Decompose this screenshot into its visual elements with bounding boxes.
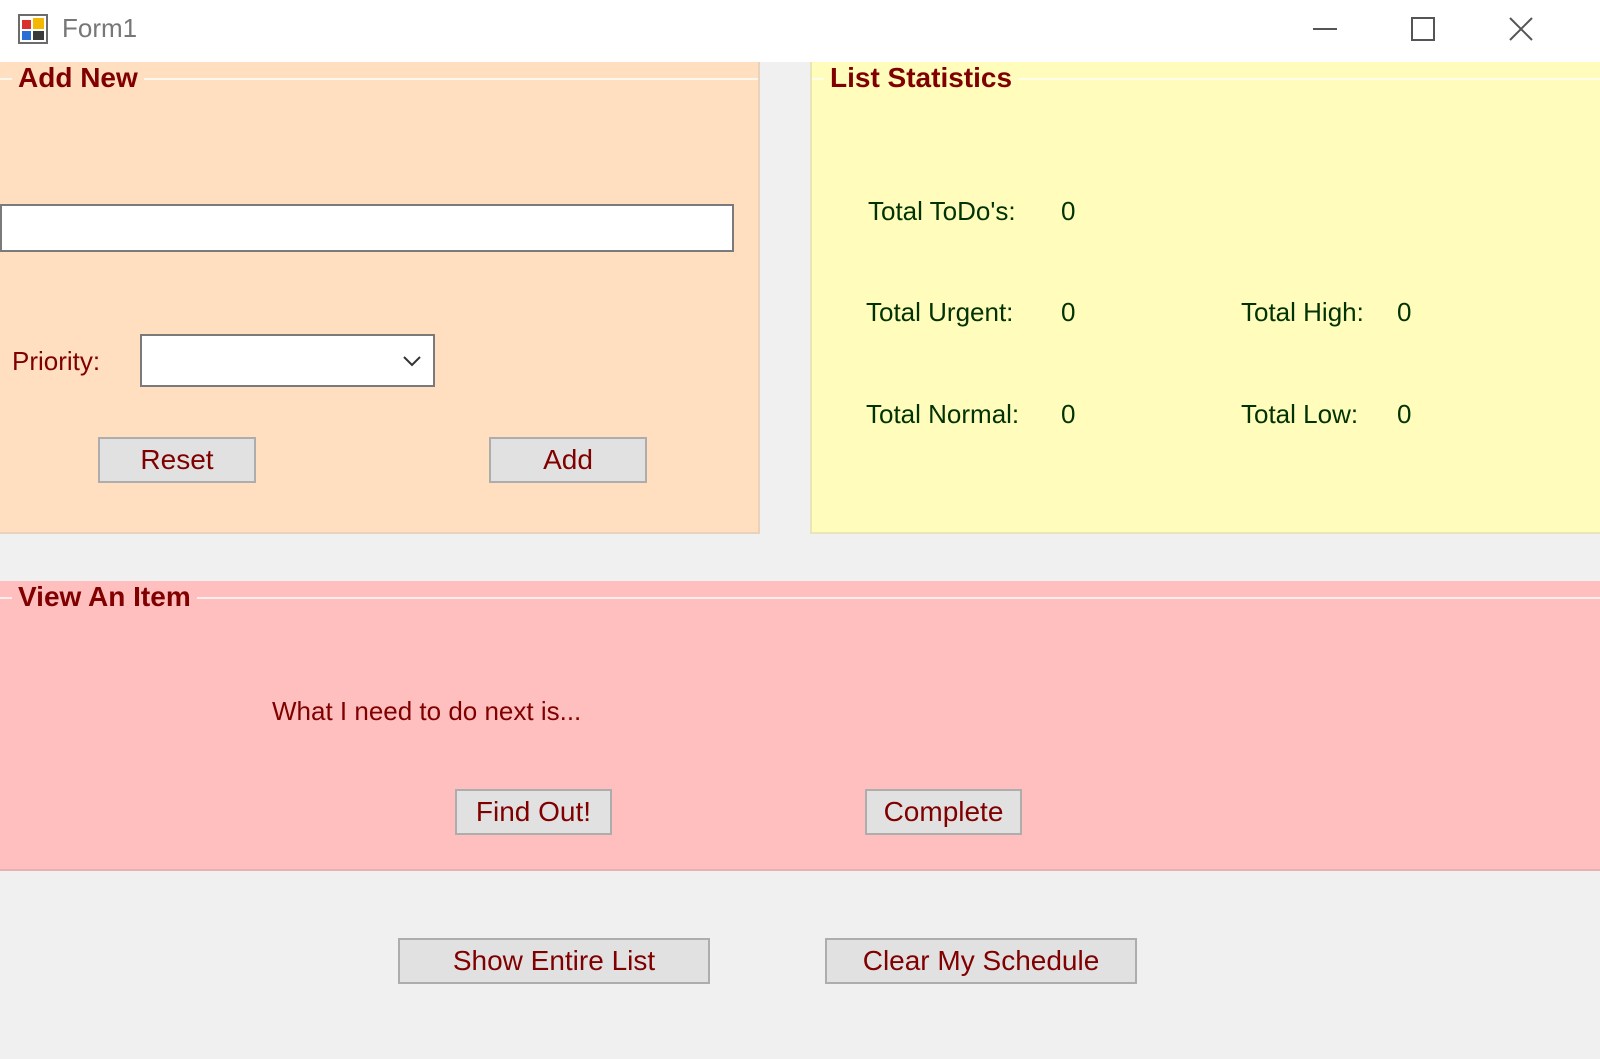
group-divider (0, 597, 1600, 599)
minimize-button[interactable] (1280, 6, 1370, 52)
maximize-button[interactable] (1378, 6, 1468, 52)
total-normal-value: 0 (1061, 399, 1076, 429)
app-form-icon (18, 14, 48, 44)
chevron-down-icon (403, 356, 421, 367)
list-statistics-group: List Statistics Total ToDo's: 0 Total Ur… (810, 62, 1600, 534)
total-urgent-value: 0 (1061, 297, 1076, 327)
find-out-button[interactable]: Find Out! (455, 789, 612, 835)
reset-button[interactable]: Reset (98, 437, 256, 483)
close-button[interactable] (1476, 6, 1566, 52)
title-bar: Form1 (0, 0, 1600, 62)
window-title: Form1 (62, 13, 138, 43)
list-statistics-title: List Statistics (824, 62, 1019, 94)
priority-label: Priority: (12, 346, 101, 376)
clear-my-schedule-button[interactable]: Clear My Schedule (825, 938, 1137, 984)
view-item-title: View An Item (12, 581, 197, 613)
add-button[interactable]: Add (489, 437, 647, 483)
add-new-group: Add New Priority: Reset Add (0, 62, 760, 534)
priority-select[interactable] (140, 334, 435, 387)
todo-item-input[interactable] (0, 204, 734, 252)
view-item-group: View An Item What I need to do next is..… (0, 581, 1600, 871)
total-todos-label: Total ToDo's: (868, 196, 1016, 226)
total-low-label: Total Low: (1241, 399, 1359, 429)
total-normal-label: Total Normal: (866, 399, 1020, 429)
show-entire-list-button[interactable]: Show Entire List (398, 938, 710, 984)
minimize-icon (1313, 28, 1337, 30)
close-icon (1509, 17, 1533, 41)
add-new-title: Add New (12, 62, 144, 94)
total-urgent-label: Total Urgent: (866, 297, 1014, 327)
complete-button[interactable]: Complete (865, 789, 1022, 835)
total-high-value: 0 (1397, 297, 1412, 327)
total-todos-value: 0 (1061, 196, 1076, 226)
next-item-text: What I need to do next is... (272, 696, 582, 726)
total-high-label: Total High: (1241, 297, 1364, 327)
total-low-value: 0 (1397, 399, 1412, 429)
maximize-icon (1411, 17, 1435, 41)
